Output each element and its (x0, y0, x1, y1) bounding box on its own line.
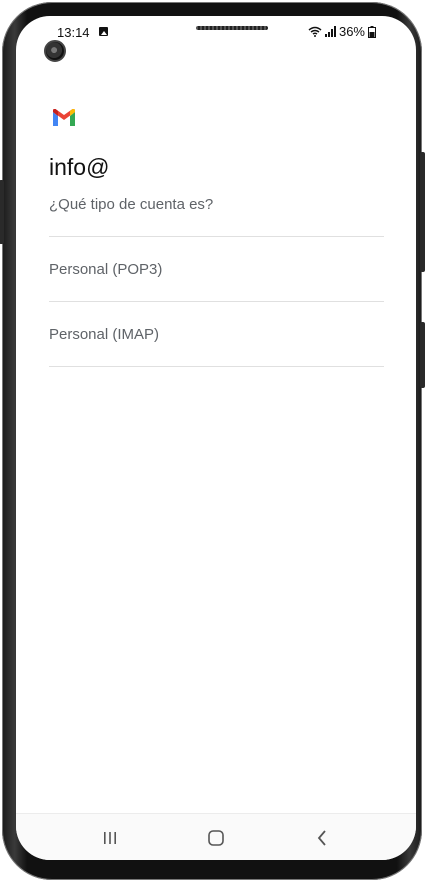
signal-icon (324, 26, 336, 37)
option-label: Personal (IMAP) (49, 325, 160, 343)
status-right-group: 36% (308, 24, 376, 39)
home-icon (208, 829, 224, 846)
status-time: 13:14 (57, 25, 90, 40)
power-button (420, 152, 425, 272)
wifi-icon (308, 26, 322, 37)
account-type-question: ¿Qué tipo de cuenta es? (49, 196, 214, 213)
back-icon (317, 829, 326, 846)
battery-percent: 36% (338, 24, 365, 39)
home-button[interactable] (186, 814, 246, 860)
status-bar: 13:14 36% (16, 16, 416, 48)
option-label: Personal (POP3) (49, 260, 163, 278)
recents-icon (104, 831, 116, 844)
back-button[interactable] (292, 814, 352, 860)
front-camera (44, 40, 66, 62)
battery-saver-icon (368, 25, 376, 38)
recents-button[interactable] (80, 814, 140, 860)
bixby-button (420, 322, 425, 388)
gmail-logo-icon (53, 109, 75, 126)
screen: 13:14 36% info@ ¿Qué tipo de cuenta es? … (16, 16, 416, 860)
navigation-bar (16, 813, 416, 860)
account-email: info@ (49, 154, 110, 180)
image-icon (99, 27, 108, 36)
divider (49, 366, 384, 367)
volume-button (0, 180, 4, 244)
phone-frame: 13:14 36% info@ ¿Qué tipo de cuenta es? … (0, 2, 425, 880)
option-personal-pop3[interactable]: Personal (POP3) (49, 237, 384, 301)
option-personal-imap[interactable]: Personal (IMAP) (49, 302, 384, 366)
